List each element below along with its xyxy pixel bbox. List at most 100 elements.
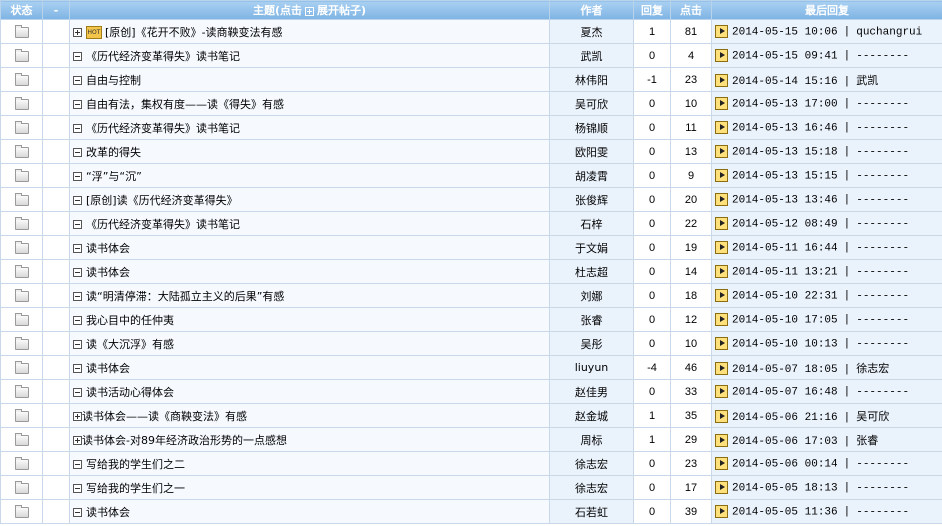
author-link[interactable]: 杜志超: [575, 266, 608, 279]
topic-link[interactable]: 读书体会: [86, 242, 130, 255]
goto-last-icon[interactable]: [715, 144, 728, 158]
author-link[interactable]: 武凯: [581, 50, 603, 63]
minus-box-icon[interactable]: [73, 316, 82, 325]
topic-link[interactable]: 读书体会: [86, 362, 130, 375]
last-reply-user[interactable]: --------: [856, 266, 909, 278]
minus-box-icon[interactable]: [73, 292, 82, 301]
author-link[interactable]: 石若虹: [575, 506, 608, 519]
last-reply-user[interactable]: --------: [856, 122, 909, 134]
topic-link[interactable]: 读“明清停滞：大陆孤立主义的后果”有感: [86, 290, 284, 303]
last-reply-user[interactable]: --------: [856, 506, 909, 518]
author-link[interactable]: 赵佳男: [575, 386, 608, 399]
plus-box-icon[interactable]: [73, 412, 82, 421]
goto-last-icon[interactable]: [715, 192, 728, 206]
minus-box-icon[interactable]: [73, 268, 82, 277]
goto-last-icon[interactable]: [715, 336, 728, 350]
header-topic-suffix[interactable]: 展开帖子): [317, 4, 366, 17]
last-reply-user[interactable]: --------: [856, 386, 909, 398]
minus-box-icon[interactable]: [73, 460, 82, 469]
goto-last-icon[interactable]: [715, 96, 728, 110]
goto-last-icon[interactable]: [715, 24, 728, 38]
topic-link[interactable]: 自由与控制: [86, 74, 141, 87]
goto-last-icon[interactable]: [715, 384, 728, 398]
topic-link[interactable]: 读书体会-对89年经济政治形势的一点感想: [82, 434, 287, 447]
goto-last-icon[interactable]: [715, 456, 728, 470]
minus-box-icon[interactable]: [73, 244, 82, 253]
last-reply-user[interactable]: --------: [856, 482, 909, 494]
last-reply-user[interactable]: --------: [856, 146, 909, 158]
minus-box-icon[interactable]: [73, 76, 82, 85]
topic-link[interactable]: 我心目中的任仲夷: [86, 314, 174, 327]
minus-box-icon[interactable]: [73, 124, 82, 133]
author-link[interactable]: 吴可欣: [575, 98, 608, 111]
minus-box-icon[interactable]: [73, 364, 82, 373]
minus-box-icon[interactable]: [73, 100, 82, 109]
author-link[interactable]: 张俊辉: [575, 194, 608, 207]
author-link[interactable]: 于文娟: [575, 242, 608, 255]
goto-last-icon[interactable]: [715, 288, 728, 302]
author-link[interactable]: 刘娜: [581, 290, 603, 303]
topic-link[interactable]: 读书体会: [86, 506, 130, 519]
author-link[interactable]: 周标: [581, 434, 603, 447]
topic-link[interactable]: 自由有法，集权有度——读《得失》有感: [86, 98, 284, 111]
topic-link[interactable]: 改革的得失: [86, 146, 141, 159]
minus-box-icon[interactable]: [73, 484, 82, 493]
topic-link[interactable]: 《历代经济变革得失》读书笔记: [86, 50, 240, 63]
last-reply-user[interactable]: --------: [856, 242, 909, 254]
goto-last-icon[interactable]: [715, 216, 728, 230]
goto-last-icon[interactable]: [715, 168, 728, 182]
goto-last-icon[interactable]: [715, 362, 728, 376]
plus-box-icon[interactable]: [73, 28, 82, 37]
last-reply-user[interactable]: --------: [856, 218, 909, 230]
minus-box-icon[interactable]: [73, 388, 82, 397]
last-reply-user[interactable]: --------: [856, 290, 909, 302]
topic-link[interactable]: 写给我的学生们之二: [86, 458, 185, 471]
goto-last-icon[interactable]: [715, 120, 728, 134]
minus-box-icon[interactable]: [73, 172, 82, 181]
goto-last-icon[interactable]: [715, 264, 728, 278]
last-reply-user[interactable]: --------: [856, 194, 909, 206]
goto-last-icon[interactable]: [715, 74, 728, 88]
goto-last-icon[interactable]: [715, 240, 728, 254]
topic-link[interactable]: 读书体会: [86, 266, 130, 279]
topic-link[interactable]: 读《大沉浮》有感: [86, 338, 174, 351]
goto-last-icon[interactable]: [715, 480, 728, 494]
topic-link[interactable]: [原创]读《历代经济变革得失》: [86, 194, 238, 207]
goto-last-icon[interactable]: [715, 48, 728, 62]
topic-link[interactable]: “浮”与“沉”: [86, 170, 142, 183]
goto-last-icon[interactable]: [715, 434, 728, 448]
goto-last-icon[interactable]: [715, 312, 728, 326]
author-link[interactable]: 欧阳雯: [575, 146, 608, 159]
author-link[interactable]: 徐志宏: [575, 482, 608, 495]
minus-box-icon[interactable]: [73, 148, 82, 157]
last-reply-user[interactable]: --------: [856, 50, 909, 62]
topic-link[interactable]: 写给我的学生们之一: [86, 482, 185, 495]
last-reply-user[interactable]: --------: [856, 170, 909, 182]
topic-link[interactable]: 《历代经济变革得失》读书笔记: [86, 218, 240, 231]
last-reply-user[interactable]: --------: [856, 458, 909, 470]
minus-box-icon[interactable]: [73, 340, 82, 349]
last-reply-user[interactable]: 徐志宏: [856, 364, 889, 376]
last-reply-user[interactable]: 吴可欣: [856, 412, 889, 424]
minus-box-icon[interactable]: [73, 52, 82, 61]
minus-box-icon[interactable]: [73, 196, 82, 205]
author-link[interactable]: 胡凌霄: [575, 170, 608, 183]
minus-box-icon[interactable]: [73, 508, 82, 517]
last-reply-user[interactable]: quchangrui: [856, 26, 922, 38]
topic-link[interactable]: [原创]《花开不败》-读商鞅变法有感: [105, 26, 283, 39]
author-link[interactable]: 夏杰: [581, 26, 603, 39]
last-reply-user[interactable]: --------: [856, 98, 909, 110]
topic-link[interactable]: 《历代经济变革得失》读书笔记: [86, 122, 240, 135]
topic-link[interactable]: 读书活动心得体会: [86, 386, 174, 399]
minus-box-icon[interactable]: [73, 220, 82, 229]
author-link[interactable]: 林伟阳: [575, 74, 608, 87]
last-reply-user[interactable]: 武凯: [856, 76, 878, 88]
plus-box-icon[interactable]: [73, 436, 82, 445]
author-link[interactable]: liuyun: [575, 361, 609, 374]
author-link[interactable]: 张睿: [581, 314, 603, 327]
author-link[interactable]: 石梓: [581, 218, 603, 231]
author-link[interactable]: 赵金城: [575, 410, 608, 423]
goto-last-icon[interactable]: [715, 504, 728, 518]
last-reply-user[interactable]: --------: [856, 314, 909, 326]
topic-link[interactable]: 读书体会——读《商鞅变法》有感: [82, 410, 247, 423]
